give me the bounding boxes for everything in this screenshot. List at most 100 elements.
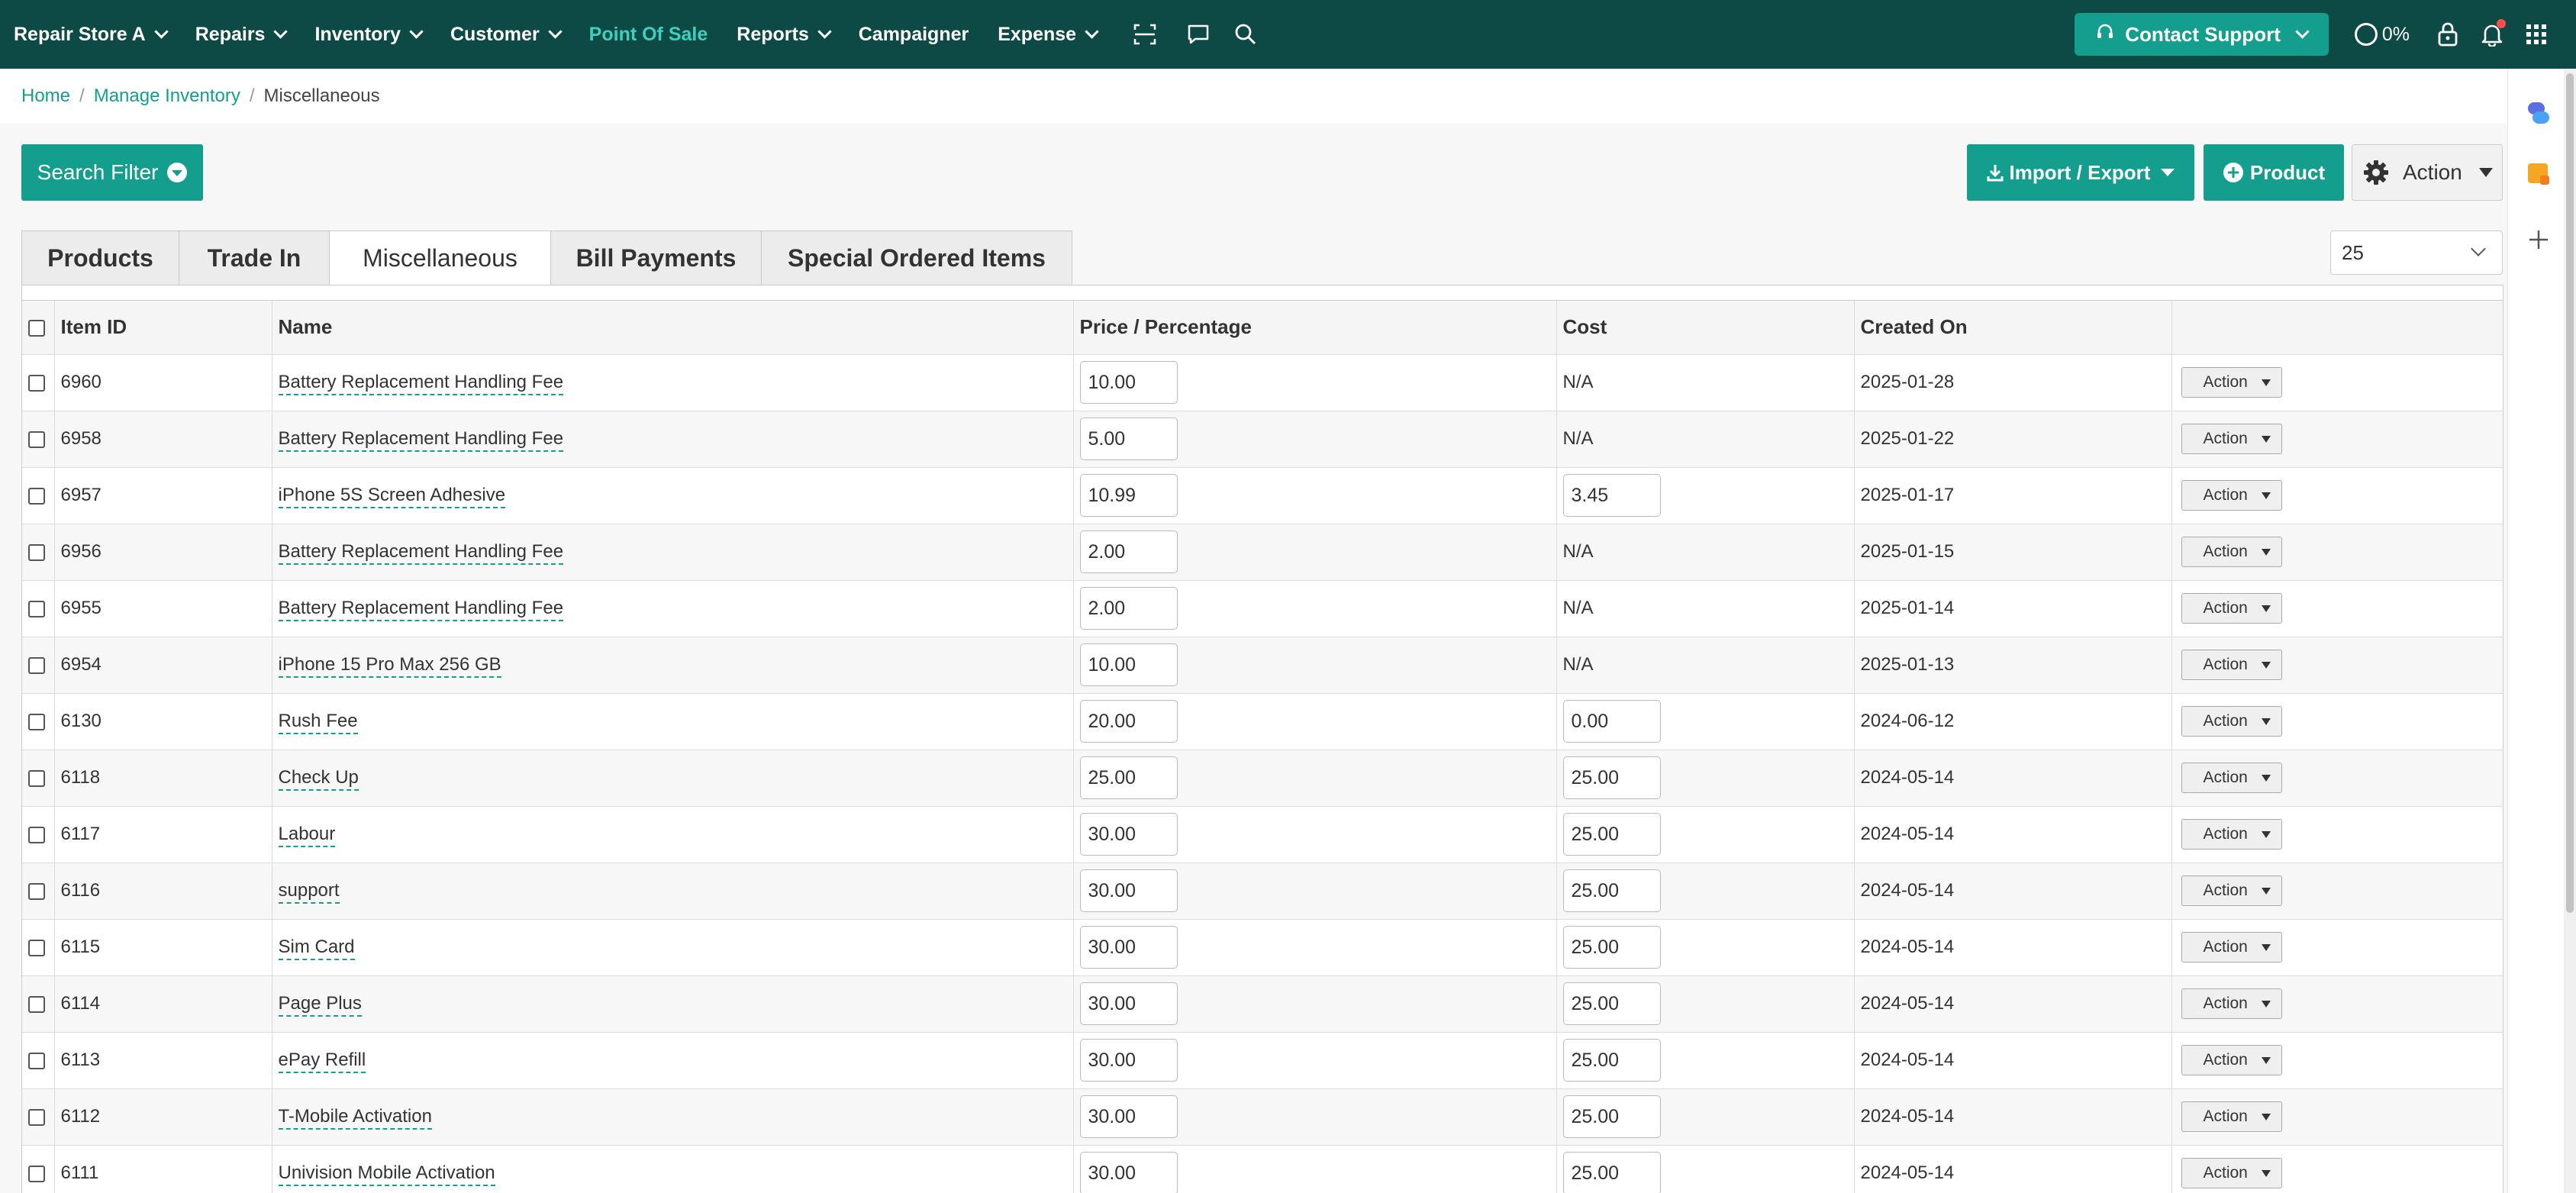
item-name-link[interactable]: ePay Refill — [278, 1050, 366, 1073]
row-checkbox[interactable] — [28, 826, 45, 843]
price-input[interactable] — [1079, 361, 1178, 404]
price-input[interactable] — [1079, 756, 1178, 799]
nav-store-selector[interactable]: Repair Store A — [14, 24, 169, 46]
item-name-link[interactable]: Battery Replacement Handling Fee — [278, 428, 564, 452]
breadcrumb-home[interactable]: Home — [21, 85, 70, 107]
row-checkbox[interactable] — [28, 939, 45, 956]
price-input[interactable] — [1079, 926, 1178, 969]
page-scrollbar[interactable] — [2564, 69, 2576, 1193]
item-name-link[interactable]: support — [278, 880, 340, 904]
cost-input[interactable] — [1562, 1039, 1661, 1082]
row-action-button[interactable]: Action — [2181, 537, 2282, 567]
tab-miscellaneous[interactable]: Miscellaneous — [329, 231, 550, 285]
price-input[interactable] — [1079, 700, 1178, 743]
row-checkbox[interactable] — [28, 600, 45, 617]
price-input[interactable] — [1079, 869, 1178, 912]
cost-input[interactable] — [1562, 926, 1661, 969]
search-icon[interactable] — [1234, 23, 1257, 46]
nav-point-of-sale[interactable]: Point Of Sale — [589, 24, 708, 46]
cost-input[interactable] — [1562, 700, 1661, 743]
price-input[interactable] — [1079, 587, 1178, 630]
price-input[interactable] — [1079, 1095, 1178, 1138]
row-action-button[interactable]: Action — [2181, 593, 2282, 624]
item-name-link[interactable]: Sim Card — [278, 937, 355, 960]
cost-input[interactable] — [1562, 474, 1661, 517]
row-action-button[interactable]: Action — [2181, 367, 2282, 398]
price-input[interactable] — [1079, 418, 1178, 460]
item-name-link[interactable]: Battery Replacement Handling Fee — [278, 598, 564, 621]
tab-bill-payments[interactable]: Bill Payments — [550, 231, 761, 285]
item-name-link[interactable]: Labour — [278, 824, 336, 847]
item-name-link[interactable]: Check Up — [278, 767, 359, 791]
row-action-button[interactable]: Action — [2181, 988, 2282, 1019]
row-action-button[interactable]: Action — [2181, 932, 2282, 962]
price-input[interactable] — [1079, 530, 1178, 573]
item-name-link[interactable]: T-Mobile Activation — [278, 1106, 432, 1130]
item-name-link[interactable]: Univision Mobile Activation — [278, 1162, 495, 1186]
row-action-button[interactable]: Action — [2181, 1101, 2282, 1132]
nav-inventory[interactable]: Inventory — [314, 24, 424, 46]
row-action-button[interactable]: Action — [2181, 1158, 2282, 1188]
header-item-id[interactable]: Item ID — [54, 301, 272, 355]
cost-input[interactable] — [1562, 1152, 1661, 1193]
select-all-checkbox[interactable] — [28, 320, 45, 337]
add-product-button[interactable]: Product — [2204, 144, 2344, 201]
row-action-button[interactable]: Action — [2181, 1045, 2282, 1075]
nav-campaigner[interactable]: Campaigner — [859, 24, 969, 46]
header-created-on[interactable]: Created On — [1854, 301, 2172, 355]
row-checkbox[interactable] — [28, 1052, 45, 1069]
price-input[interactable] — [1079, 474, 1178, 517]
item-name-link[interactable]: Battery Replacement Handling Fee — [278, 372, 564, 395]
row-checkbox[interactable] — [28, 656, 45, 674]
nav-repairs[interactable]: Repairs — [195, 24, 289, 46]
row-checkbox[interactable] — [28, 374, 45, 392]
row-checkbox[interactable] — [28, 1165, 45, 1182]
cost-input[interactable] — [1562, 1095, 1661, 1138]
row-action-button[interactable]: Action — [2181, 706, 2282, 737]
row-action-button[interactable]: Action — [2181, 480, 2282, 511]
row-checkbox[interactable] — [28, 1108, 45, 1126]
breadcrumb-manage-inventory[interactable]: Manage Inventory — [94, 85, 240, 107]
row-action-button[interactable]: Action — [2181, 819, 2282, 850]
cost-input[interactable] — [1562, 813, 1661, 856]
apps-grid-icon[interactable] — [2526, 24, 2547, 45]
nav-customer[interactable]: Customer — [450, 24, 563, 46]
tab-products[interactable]: Products — [21, 231, 179, 285]
nav-reports[interactable]: Reports — [737, 24, 832, 46]
tab-trade-in[interactable]: Trade In — [179, 231, 329, 285]
item-name-link[interactable]: Rush Fee — [278, 711, 358, 734]
item-name-link[interactable]: Battery Replacement Handling Fee — [278, 541, 564, 565]
row-checkbox[interactable] — [28, 882, 45, 900]
row-action-button[interactable]: Action — [2181, 763, 2282, 793]
row-checkbox[interactable] — [28, 430, 45, 448]
price-input[interactable] — [1079, 643, 1178, 686]
search-filter-button[interactable]: Search Filter — [21, 144, 203, 201]
per-page-select[interactable]: 25 — [2330, 231, 2503, 275]
header-cost[interactable]: Cost — [1556, 301, 1855, 355]
header-name[interactable]: Name — [272, 301, 1074, 355]
scrollbar-thumb[interactable] — [2566, 73, 2574, 913]
row-checkbox[interactable] — [28, 769, 45, 787]
row-action-button[interactable]: Action — [2181, 424, 2282, 454]
row-action-button[interactable]: Action — [2181, 650, 2282, 680]
progress-indicator[interactable]: 0% — [2354, 23, 2410, 46]
cost-input[interactable] — [1562, 756, 1661, 799]
price-input[interactable] — [1079, 1152, 1178, 1193]
bulk-action-dropdown[interactable]: Action — [2352, 144, 2503, 201]
row-checkbox[interactable] — [28, 995, 45, 1013]
item-name-link[interactable]: iPhone 15 Pro Max 256 GB — [278, 654, 501, 678]
bell-icon[interactable] — [2481, 19, 2506, 47]
plus-icon[interactable] — [2523, 224, 2554, 255]
lock-icon[interactable] — [2437, 22, 2458, 47]
item-name-link[interactable]: Page Plus — [278, 993, 362, 1017]
tab-special-ordered-items[interactable]: Special Ordered Items — [761, 231, 1072, 285]
barcode-scan-icon[interactable] — [1133, 23, 1156, 46]
cost-input[interactable] — [1562, 982, 1661, 1025]
header-price[interactable]: Price / Percentage — [1073, 301, 1557, 355]
chat-icon[interactable] — [1187, 23, 1210, 46]
row-checkbox[interactable] — [28, 487, 45, 505]
cost-input[interactable] — [1562, 869, 1661, 912]
price-input[interactable] — [1079, 982, 1178, 1025]
row-checkbox[interactable] — [28, 713, 45, 730]
contact-support-button[interactable]: Contact Support — [2075, 13, 2329, 56]
